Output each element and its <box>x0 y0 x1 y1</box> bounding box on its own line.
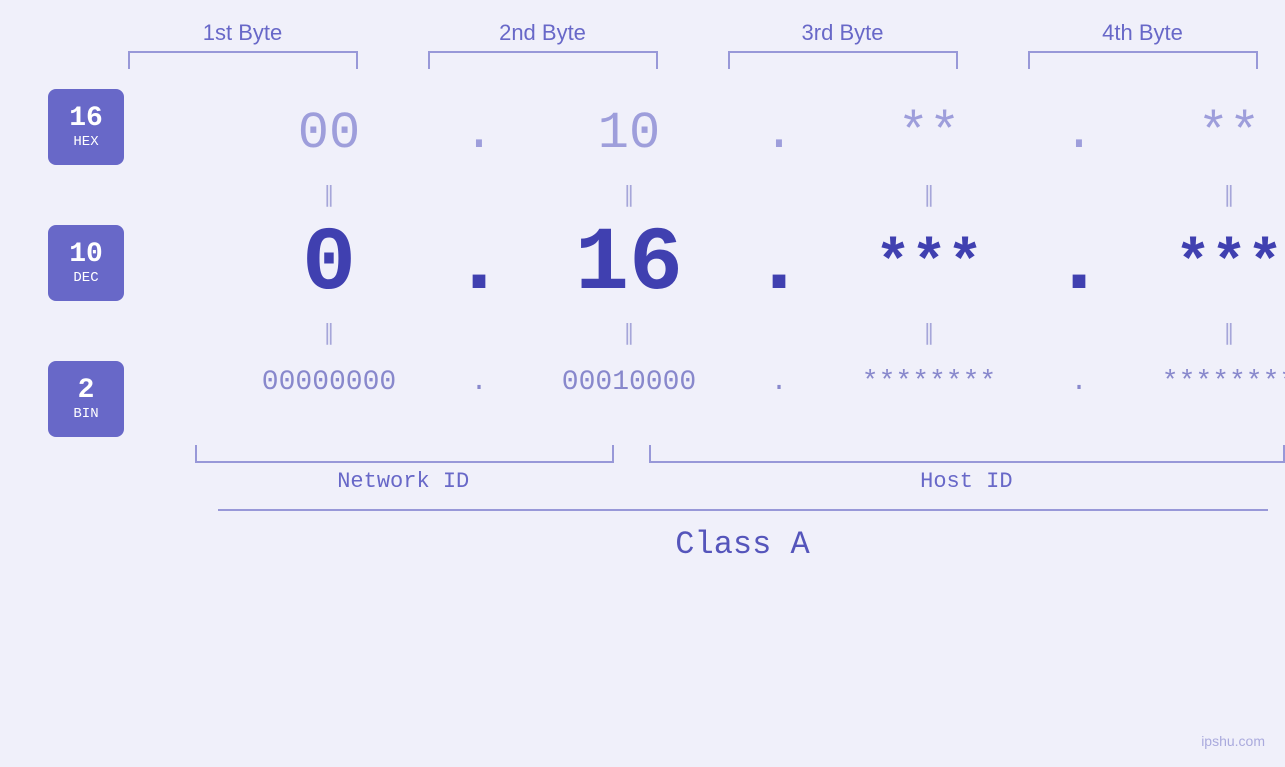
eq2-b1: ∥ <box>204 316 454 352</box>
host-id-label: Host ID <box>648 469 1285 494</box>
byte1-label: 1st Byte <box>118 20 368 46</box>
hex-badge-label: HEX <box>73 134 98 150</box>
hex-dot3: . <box>1054 104 1104 163</box>
hex-dot1: . <box>454 104 504 163</box>
hex-badge: 16 HEX <box>48 89 124 165</box>
class-line <box>218 509 1268 511</box>
bin-dot3: . <box>1054 367 1104 398</box>
label-spacer <box>622 469 648 494</box>
bin-dot1: . <box>454 367 504 398</box>
content-area: 16 HEX 10 DEC 2 BIN 00 . 10 . ** . ** ∥ <box>0 79 1285 437</box>
byte3-label: 3rd Byte <box>718 20 968 46</box>
byte4-label: 4th Byte <box>1018 20 1268 46</box>
top-bracket-row <box>93 51 1285 69</box>
bin-b4: ******** <box>1104 352 1285 413</box>
dec-b1: 0 <box>204 214 454 316</box>
eq1-b2: ∥ <box>504 178 754 214</box>
dec-dot1: . <box>454 214 504 316</box>
eq2-b2: ∥ <box>504 316 754 352</box>
data-grid: 00 . 10 . ** . ** ∥ ∥ ∥ ∥ 0 . 16 . *** .… <box>204 89 1285 413</box>
bracket-byte1 <box>128 51 358 69</box>
bottom-bracket-container <box>185 445 1285 463</box>
hex-b2: 10 <box>504 89 754 178</box>
badges-column: 16 HEX 10 DEC 2 BIN <box>48 89 124 437</box>
bottom-bracket-host <box>649 445 1285 463</box>
dec-badge-label: DEC <box>73 270 98 286</box>
hex-b1: 00 <box>204 89 454 178</box>
bin-b2: 00010000 <box>504 352 754 413</box>
eq2-b3: ∥ <box>804 316 1054 352</box>
label-row: Network ID Host ID <box>185 469 1285 494</box>
bin-b1: 00000000 <box>204 352 454 413</box>
dec-b2: 16 <box>504 214 754 316</box>
hex-b4: ** <box>1104 89 1285 178</box>
byte2-label: 2nd Byte <box>418 20 668 46</box>
bracket-byte4 <box>1028 51 1258 69</box>
eq1-b1: ∥ <box>204 178 454 214</box>
network-id-label: Network ID <box>185 469 622 494</box>
bracket-byte3 <box>728 51 958 69</box>
bin-badge-number: 2 <box>78 376 95 407</box>
class-area: Class A <box>218 509 1268 563</box>
bin-dot2: . <box>754 367 804 398</box>
dec-badge-number: 10 <box>69 240 103 271</box>
eq2-b4: ∥ <box>1104 316 1285 352</box>
eq1-b4: ∥ <box>1104 178 1285 214</box>
bin-badge: 2 BIN <box>48 361 124 437</box>
bottom-bracket-network <box>195 445 614 463</box>
hex-badge-number: 16 <box>69 104 103 135</box>
bracket-spacer <box>614 445 649 463</box>
dec-b3: *** <box>804 231 1054 299</box>
dec-badge: 10 DEC <box>48 225 124 301</box>
dec-dot2: . <box>754 214 804 316</box>
header-row: 1st Byte 2nd Byte 3rd Byte 4th Byte <box>93 20 1285 46</box>
main-container: 1st Byte 2nd Byte 3rd Byte 4th Byte 16 H… <box>0 0 1285 767</box>
bin-badge-label: BIN <box>73 406 98 422</box>
bin-b3: ******** <box>804 352 1054 413</box>
dec-b4: *** <box>1104 231 1285 299</box>
hex-dot2: . <box>754 104 804 163</box>
hex-b3: ** <box>804 89 1054 178</box>
bracket-byte2 <box>428 51 658 69</box>
dec-dot3: . <box>1054 214 1104 316</box>
class-label: Class A <box>218 526 1268 563</box>
eq1-b3: ∥ <box>804 178 1054 214</box>
watermark: ipshu.com <box>1201 733 1265 749</box>
